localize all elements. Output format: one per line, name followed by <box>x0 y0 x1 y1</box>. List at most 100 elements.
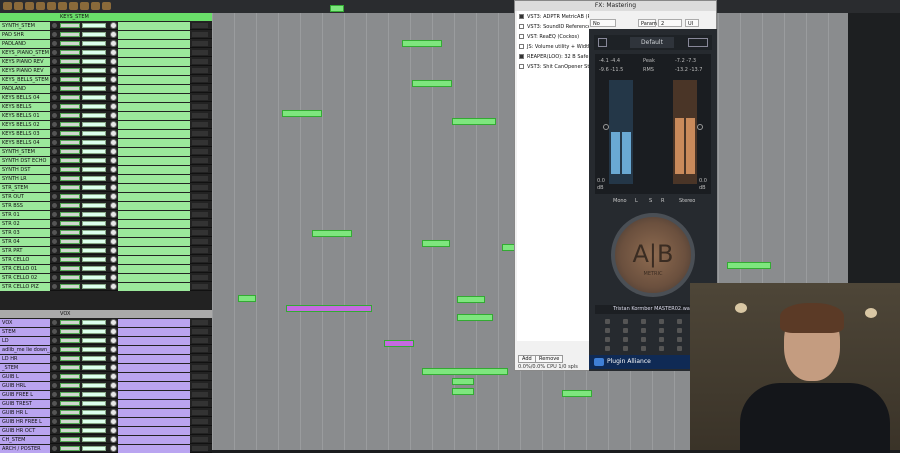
reference-slot-button[interactable] <box>605 346 610 351</box>
track-row[interactable]: GUIB TREST <box>0 400 212 408</box>
monitor-mode-button[interactable]: Mono <box>613 198 627 204</box>
track-name[interactable]: STR CELLO <box>0 256 50 264</box>
pan-knob[interactable] <box>110 229 117 236</box>
record-arm-button[interactable] <box>52 446 57 451</box>
fx-mute-solo-buttons[interactable] <box>60 356 80 361</box>
fx-mute-solo-buttons[interactable] <box>60 86 80 91</box>
pan-knob[interactable] <box>110 76 117 83</box>
track-row[interactable]: STR CELLO 02 <box>0 274 212 282</box>
record-arm-button[interactable] <box>52 320 57 325</box>
pan-knob[interactable] <box>110 85 117 92</box>
track-name[interactable]: GUIB HR L <box>0 409 50 417</box>
fx-mute-solo-buttons[interactable] <box>60 284 80 289</box>
record-arm-button[interactable] <box>52 176 57 181</box>
fx-mute-solo-buttons[interactable] <box>60 392 80 397</box>
media-item[interactable] <box>457 314 493 321</box>
fx-mute-solo-buttons[interactable] <box>60 320 80 325</box>
fx-mute-solo-buttons[interactable] <box>60 329 80 334</box>
media-item[interactable] <box>457 296 485 303</box>
volume-fader[interactable] <box>82 428 106 433</box>
track-name[interactable]: GUIB HRL <box>0 382 50 390</box>
pan-knob[interactable] <box>110 166 117 173</box>
track-name[interactable]: KEYS_BELLS_STEM <box>0 76 50 84</box>
pan-knob[interactable] <box>110 220 117 227</box>
fx-mute-solo-buttons[interactable] <box>60 365 80 370</box>
volume-fader[interactable] <box>82 212 106 217</box>
track-row[interactable]: STR 01 <box>0 211 212 219</box>
track-row[interactable]: KEYS_BELLS_STEM <box>0 76 212 84</box>
record-arm-button[interactable] <box>52 356 57 361</box>
track-row[interactable]: GUIB HR OCT <box>0 427 212 435</box>
monitor-mode-button[interactable]: S <box>649 198 652 204</box>
fx-mute-solo-buttons[interactable] <box>60 338 80 343</box>
toolbar-icon[interactable] <box>25 2 34 10</box>
track-row[interactable]: STR 03 <box>0 229 212 237</box>
fx-enable-checkbox[interactable] <box>519 54 524 59</box>
volume-fader[interactable] <box>82 158 106 163</box>
pan-knob[interactable] <box>110 418 117 425</box>
track-row[interactable]: VOX <box>0 319 212 327</box>
record-arm-button[interactable] <box>52 239 57 244</box>
volume-fader[interactable] <box>82 122 106 127</box>
volume-fader[interactable] <box>82 32 106 37</box>
track-row[interactable]: PADLAND <box>0 40 212 48</box>
pan-knob[interactable] <box>110 400 117 407</box>
record-arm-button[interactable] <box>52 59 57 64</box>
toolbar-icon[interactable] <box>69 2 78 10</box>
fx-enable-checkbox[interactable] <box>519 44 524 49</box>
fx-mute-solo-buttons[interactable] <box>60 266 80 271</box>
track-name[interactable]: PADLAND <box>0 85 50 93</box>
track-name[interactable]: KEYS BELLS 04 <box>0 139 50 147</box>
toolbar-icon[interactable] <box>102 2 111 10</box>
monitor-mode-button[interactable]: R <box>661 198 664 204</box>
track-name[interactable]: STR_STEM <box>0 184 50 192</box>
volume-fader[interactable] <box>82 140 106 145</box>
track-row[interactable]: SYNTH_STEM <box>0 22 212 30</box>
volume-fader[interactable] <box>82 203 106 208</box>
track-row[interactable]: STR_STEM <box>0 184 212 192</box>
fx-mute-solo-buttons[interactable] <box>60 248 80 253</box>
media-item[interactable] <box>238 295 256 302</box>
record-arm-button[interactable] <box>52 248 57 253</box>
media-item[interactable] <box>452 388 474 395</box>
fx-mute-solo-buttons[interactable] <box>60 158 80 163</box>
fx-mute-solo-buttons[interactable] <box>60 77 80 82</box>
pan-knob[interactable] <box>110 247 117 254</box>
volume-fader[interactable] <box>82 365 106 370</box>
record-arm-button[interactable] <box>52 167 57 172</box>
fx-mute-solo-buttons[interactable] <box>60 104 80 109</box>
track-name[interactable]: KEYS BELLS <box>0 103 50 111</box>
fx-mute-solo-buttons[interactable] <box>60 221 80 226</box>
reference-slot-button[interactable] <box>677 328 682 333</box>
track-name[interactable]: STR OUT <box>0 193 50 201</box>
fx-mute-solo-buttons[interactable] <box>60 230 80 235</box>
track-row[interactable]: KEYS BELLS 01 <box>0 112 212 120</box>
pan-knob[interactable] <box>110 409 117 416</box>
track-name[interactable]: KEYS BELLS 03 <box>0 130 50 138</box>
record-arm-button[interactable] <box>52 284 57 289</box>
pan-knob[interactable] <box>110 274 117 281</box>
toolbar-icon[interactable] <box>58 2 67 10</box>
fx-chain-item[interactable]: VST3: ADPTR MetricAB (P <box>519 13 589 22</box>
toolbar-icon[interactable] <box>14 2 23 10</box>
track-row[interactable]: PAD SHR <box>0 31 212 39</box>
fx-mute-solo-buttons[interactable] <box>60 437 80 442</box>
fx-mute-solo-buttons[interactable] <box>60 194 80 199</box>
record-arm-button[interactable] <box>52 275 57 280</box>
reference-slot-button[interactable] <box>623 328 628 333</box>
record-arm-button[interactable] <box>52 428 57 433</box>
pan-knob[interactable] <box>110 319 117 326</box>
track-row[interactable]: GUIB HRL <box>0 382 212 390</box>
reference-slot-button[interactable] <box>677 346 682 351</box>
fx-mute-solo-buttons[interactable] <box>60 59 80 64</box>
reference-slot-button[interactable] <box>677 319 682 324</box>
fx-mute-solo-buttons[interactable] <box>60 167 80 172</box>
track-row[interactable]: STR BSS <box>0 202 212 210</box>
pan-knob[interactable] <box>110 364 117 371</box>
volume-fader[interactable] <box>82 275 106 280</box>
reference-slot-button[interactable] <box>659 328 664 333</box>
pan-knob[interactable] <box>110 445 117 452</box>
track-row[interactable]: STR CELLO 01 <box>0 265 212 273</box>
fx-mute-solo-buttons[interactable] <box>60 428 80 433</box>
volume-fader[interactable] <box>82 419 106 424</box>
